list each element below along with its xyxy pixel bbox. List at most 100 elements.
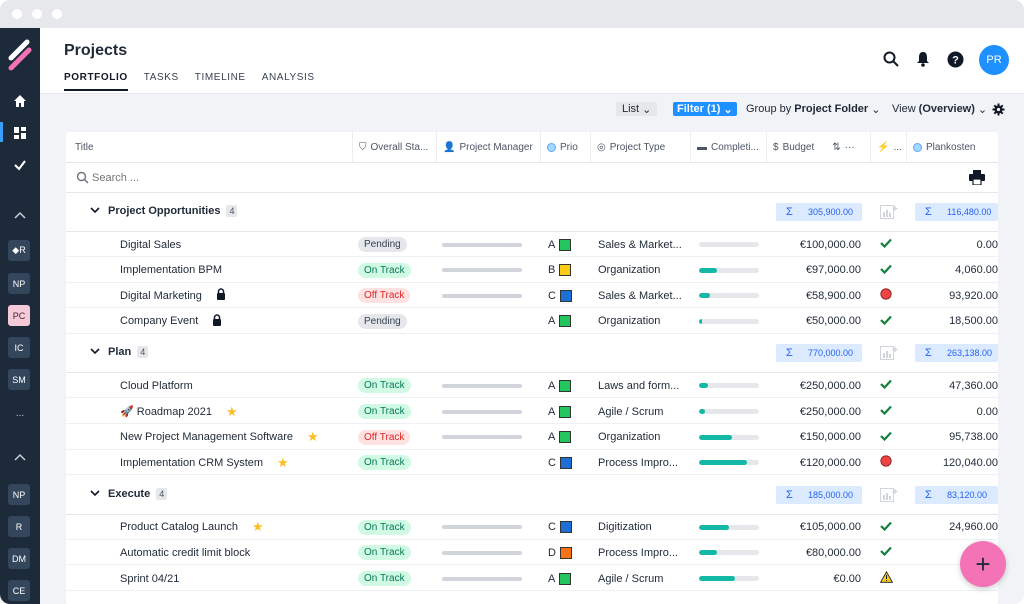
budget-cell[interactable]: €120,000.00 — [766, 450, 861, 475]
col-plankosten[interactable]: Plankosten — [906, 132, 998, 163]
col-title[interactable]: Title — [66, 132, 352, 163]
view-dropdown[interactable]: View (Overview) ⌄ — [892, 102, 987, 116]
add-chart-icon[interactable] — [880, 205, 898, 223]
plankosten-cell[interactable]: 18,500.00 — [906, 309, 998, 334]
table-row[interactable]: 🚀 Roadmap 2021 ★ On Track A Agile / Scrum €25… — [66, 399, 998, 424]
check-icon[interactable] — [8, 154, 32, 176]
tab-tasks[interactable]: TASKS — [144, 72, 179, 91]
table-row[interactable]: Sprint 04/21 On Track A Agile / Scrum €0.00 — [66, 566, 998, 591]
manager-cell[interactable] — [442, 450, 540, 475]
manager-cell[interactable] — [442, 309, 540, 334]
window-minimize-dot[interactable] — [32, 9, 42, 19]
tab-timeline[interactable]: TIMELINE — [195, 72, 246, 91]
chevron-down-icon[interactable] — [90, 488, 102, 500]
plankosten-cell[interactable]: 47,360.00 — [906, 373, 998, 398]
budget-cell[interactable]: €58,900.00 — [766, 283, 861, 308]
budget-cell[interactable]: €80,000.00 — [766, 540, 861, 565]
col-budget[interactable]: $ Budget ⇅ ··· — [766, 132, 870, 163]
table-row[interactable]: Company Event Pending A Organization €50,000… — [66, 309, 998, 334]
add-chart-icon[interactable] — [880, 346, 898, 364]
group-by-dropdown[interactable]: Group by Project Folder ⌄ — [746, 102, 880, 116]
logo-icon[interactable] — [6, 38, 34, 72]
manager-cell[interactable] — [442, 425, 540, 450]
group-header[interactable]: Project Opportunities 4 Σ 305,900.00 Σ 116,48… — [66, 193, 998, 232]
type-cell[interactable]: Agile / Scrum — [598, 566, 690, 591]
budget-cell[interactable]: €250,000.00 — [766, 399, 861, 424]
prio-cell[interactable]: A — [548, 232, 590, 257]
status-cell[interactable]: Pending — [358, 232, 436, 257]
avatar[interactable]: PR — [979, 45, 1009, 75]
status-cell[interactable]: Pending — [358, 309, 436, 334]
type-cell[interactable]: Organization — [598, 425, 690, 450]
type-cell[interactable]: Laws and form... — [598, 373, 690, 398]
type-cell[interactable]: Organization — [598, 258, 690, 283]
col-status[interactable]: ⛉ Overall Sta... — [352, 132, 436, 163]
project-title[interactable]: Automatic credit limit block — [120, 547, 250, 559]
sort-icon[interactable]: ⇅ — [832, 142, 840, 153]
col-completion[interactable]: ▬ Completi... — [690, 132, 766, 163]
type-cell[interactable]: Sales & Market... — [598, 232, 690, 257]
prio-cell[interactable]: D — [548, 540, 590, 565]
status-cell[interactable]: On Track — [358, 515, 436, 540]
add-button[interactable]: + — [960, 541, 1006, 587]
project-title[interactable]: Cloud Platform — [120, 380, 193, 392]
manager-cell[interactable] — [442, 258, 540, 283]
table-row[interactable]: Digital Sales Pending A Sales & Market... €1… — [66, 232, 998, 257]
status-cell[interactable]: On Track — [358, 399, 436, 424]
col-manager[interactable]: 👤 Project Manager — [436, 132, 540, 163]
prio-cell[interactable]: C — [548, 283, 590, 308]
tab-portfolio[interactable]: PORTFOLIO — [64, 72, 128, 91]
plankosten-cell[interactable]: 0.00 — [906, 399, 998, 424]
project-title[interactable]: Digital Sales — [120, 239, 181, 251]
print-icon[interactable] — [969, 170, 985, 188]
sidebar-project-box[interactable]: CE — [8, 580, 30, 601]
manager-cell[interactable] — [442, 540, 540, 565]
sidebar-project-box[interactable]: IC — [8, 337, 30, 358]
budget-cell[interactable]: €100,000.00 — [766, 232, 861, 257]
manager-cell[interactable] — [442, 399, 540, 424]
star-icon[interactable]: ★ — [277, 455, 289, 471]
sidebar-project-box[interactable]: SM — [8, 369, 30, 390]
status-cell[interactable]: On Track — [358, 566, 436, 591]
table-row[interactable]: Digital Marketing Off Track C Sales & Marke… — [66, 283, 998, 309]
table-row[interactable]: Product Catalog Launch ★ On Track C Digitiza… — [66, 515, 998, 540]
search-icon[interactable] — [882, 50, 900, 68]
table-row[interactable]: Implementation CRM System ★ On Track C Proce… — [66, 450, 998, 476]
column-menu-icon[interactable]: ··· — [845, 142, 855, 153]
prio-cell[interactable]: B — [548, 258, 590, 283]
sidebar-project-box[interactable]: NP — [8, 484, 30, 505]
star-icon[interactable]: ★ — [226, 404, 238, 420]
list-view-dropdown[interactable]: List ⌄ — [616, 102, 658, 116]
plankosten-cell[interactable]: 95,738.00 — [906, 425, 998, 450]
sidebar-project-box[interactable]: PC — [8, 305, 30, 326]
sidebar-project-box[interactable]: R — [8, 516, 30, 537]
type-cell[interactable]: Process Impro... — [598, 450, 690, 475]
window-close-dot[interactable] — [12, 9, 22, 19]
col-type[interactable]: ◎ Project Type — [590, 132, 690, 163]
budget-cell[interactable]: €150,000.00 — [766, 425, 861, 450]
manager-cell[interactable] — [442, 283, 540, 308]
manager-cell[interactable] — [442, 373, 540, 398]
window-maximize-dot[interactable] — [52, 9, 62, 19]
group-header[interactable]: Plan 4 Σ 770,000.00 Σ 263,138.00 — [66, 334, 998, 374]
project-title[interactable]: Digital Marketing — [120, 290, 202, 302]
gear-icon[interactable] — [992, 102, 1005, 116]
type-cell[interactable]: Process Impro... — [598, 540, 690, 565]
add-chart-icon[interactable] — [880, 487, 898, 506]
collapse-icon[interactable] — [8, 446, 32, 468]
dashboard-icon[interactable] — [8, 122, 32, 144]
project-title[interactable]: 🚀 Roadmap 2021 — [120, 405, 212, 418]
status-cell[interactable]: On Track — [358, 373, 436, 398]
star-icon[interactable]: ★ — [307, 429, 319, 445]
budget-cell[interactable]: €50,000.00 — [766, 309, 861, 334]
sidebar-project-box[interactable]: ◆R — [8, 240, 30, 261]
manager-cell[interactable] — [442, 515, 540, 540]
type-cell[interactable]: Digitization — [598, 515, 690, 540]
plankosten-cell[interactable]: 93,920.00 — [906, 283, 998, 308]
plankosten-cell[interactable]: 24,960.00 — [906, 515, 998, 540]
tab-analysis[interactable]: ANALYSIS — [262, 72, 315, 91]
table-row[interactable]: Automatic credit limit block On Track D Pro… — [66, 540, 998, 566]
sidebar-project-box[interactable]: DM — [8, 548, 30, 569]
bell-icon[interactable] — [914, 50, 932, 68]
prio-cell[interactable]: A — [548, 373, 590, 398]
